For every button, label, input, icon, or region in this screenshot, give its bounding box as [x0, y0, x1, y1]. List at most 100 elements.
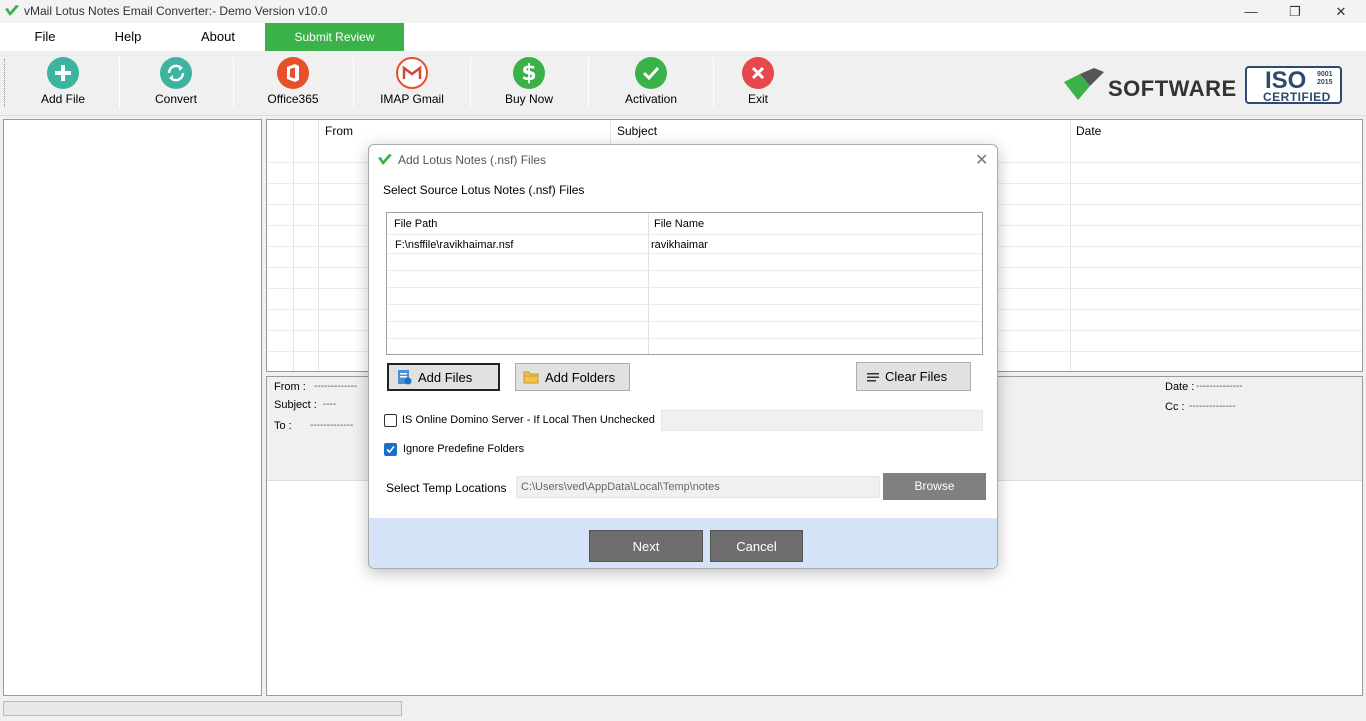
- add-folders-button[interactable]: Add Folders: [515, 363, 630, 391]
- exit-icon: [742, 57, 774, 89]
- minimize-button[interactable]: —: [1228, 0, 1274, 23]
- file-list-header-path[interactable]: File Path: [394, 218, 437, 230]
- close-button[interactable]: ✕: [1318, 0, 1364, 23]
- dialog-title: Add Lotus Notes (.nsf) Files: [398, 153, 547, 167]
- preview-from-label: From :: [274, 381, 306, 393]
- add-files-label: Add Files: [418, 369, 473, 385]
- folder-tree-pane[interactable]: [3, 119, 262, 696]
- ignore-folders-checkbox[interactable]: [384, 443, 397, 456]
- menu-about[interactable]: About: [190, 23, 246, 51]
- convert-label: Convert: [154, 92, 198, 106]
- toolbar-separator: [713, 57, 714, 109]
- preview-to-value: -------------: [310, 420, 354, 431]
- preview-from-value: -------------: [314, 381, 358, 392]
- buy-now-label: Buy Now: [504, 92, 554, 106]
- menu-file[interactable]: File: [20, 23, 70, 51]
- add-files-dialog: Add Lotus Notes (.nsf) Files ✕ Select So…: [368, 144, 998, 569]
- checkmark-icon: [635, 57, 667, 89]
- domino-checkbox[interactable]: [384, 414, 397, 427]
- menu-help[interactable]: Help: [103, 23, 153, 51]
- toolbar-separator: [233, 57, 234, 109]
- iso-number: 9001: [1317, 71, 1333, 78]
- activation-label: Activation: [624, 92, 678, 106]
- file-list-row-line: [387, 270, 982, 271]
- dialog-close-icon[interactable]: ✕: [975, 150, 988, 170]
- toolbar-separator: [588, 57, 589, 109]
- menu-bar: File Help About Submit Review: [0, 23, 1366, 51]
- add-file-label: Add File: [40, 92, 86, 106]
- convert-button[interactable]: Convert: [143, 51, 209, 111]
- file-list-row-line: [387, 304, 982, 305]
- add-file-icon: [47, 57, 79, 89]
- window-title: vMail Lotus Notes Email Converter:- Demo…: [24, 4, 328, 18]
- file-list-row-line: [387, 253, 982, 254]
- add-files-button[interactable]: Add Files: [387, 363, 500, 391]
- toolbar-grip: [4, 59, 7, 107]
- restore-button[interactable]: ❐: [1272, 0, 1318, 23]
- file-name-cell[interactable]: ravikhaimar: [651, 239, 708, 251]
- column-header-from[interactable]: From: [325, 124, 353, 138]
- file-list-row-line: [387, 234, 982, 235]
- domino-server-field[interactable]: [661, 410, 983, 431]
- file-list-header-name[interactable]: File Name: [654, 218, 704, 230]
- status-bar: [0, 698, 1366, 721]
- file-list-row-line: [387, 287, 982, 288]
- column-header-subject[interactable]: Subject: [617, 124, 657, 138]
- add-folders-label: Add Folders: [545, 369, 616, 385]
- dialog-logo-icon: [378, 154, 392, 169]
- file-list-row-line: [387, 321, 982, 322]
- file-list-row-line: [387, 338, 982, 339]
- brand-mark-icon: [1064, 68, 1104, 100]
- check-icon: [386, 445, 395, 454]
- file-path-cell[interactable]: F:\nsffile\ravikhaimar.nsf: [395, 239, 513, 251]
- preview-date-label: Date :: [1165, 381, 1195, 393]
- iso-badge: ISO 9001 2015 CERTIFIED: [1245, 66, 1342, 104]
- clear-files-label: Clear Files: [885, 369, 948, 384]
- dialog-footer: Next Cancel: [369, 518, 997, 568]
- preview-cc-label: Cc :: [1165, 401, 1185, 413]
- activation-button[interactable]: Activation: [616, 51, 686, 111]
- gmail-icon: [396, 57, 428, 89]
- temp-location-label: Select Temp Locations: [386, 481, 507, 495]
- next-button[interactable]: Next: [589, 530, 703, 562]
- ignore-folders-label[interactable]: Ignore Predefine Folders: [403, 443, 524, 455]
- convert-icon: [160, 57, 192, 89]
- menu-submit-review[interactable]: Submit Review: [265, 23, 404, 51]
- app-logo-icon: [5, 5, 19, 20]
- clear-list-icon: [867, 372, 879, 382]
- dialog-heading: Select Source Lotus Notes (.nsf) Files: [383, 183, 585, 197]
- iso-certified: CERTIFIED: [1263, 90, 1331, 104]
- preview-subject-value: ----: [323, 399, 337, 410]
- office365-label: Office365: [267, 92, 319, 106]
- preview-date-value: --------------: [1196, 381, 1243, 392]
- iso-number: 2015: [1317, 79, 1333, 86]
- preview-cc-value: --------------: [1189, 401, 1236, 412]
- cancel-button[interactable]: Cancel: [710, 530, 803, 562]
- preview-to-label: To :: [274, 420, 292, 432]
- column-header-date[interactable]: Date: [1076, 124, 1101, 138]
- temp-location-input[interactable]: C:\Users\ved\AppData\Local\Temp\notes: [516, 476, 880, 498]
- dollar-icon: $: [513, 57, 545, 89]
- software-logo: SOFTWARE: [1064, 68, 1236, 105]
- toolbar-separator: [353, 57, 354, 109]
- clear-files-button[interactable]: Clear Files: [856, 362, 971, 391]
- file-list[interactable]: File Path File Name F:\nsffile\ravikhaim…: [386, 212, 983, 355]
- status-progress: [3, 701, 402, 716]
- title-bar: vMail Lotus Notes Email Converter:- Demo…: [0, 0, 1366, 23]
- folder-icon: [523, 370, 539, 384]
- imap-gmail-label: IMAP Gmail: [380, 92, 444, 106]
- iso-numbers: 9001 2015: [1317, 71, 1333, 87]
- domino-checkbox-label[interactable]: IS Online Domino Server - If Local Then …: [402, 414, 655, 426]
- add-files-icon: [396, 369, 412, 385]
- brand-name: SOFTWARE: [1108, 76, 1237, 101]
- buy-now-button[interactable]: $ Buy Now: [496, 51, 562, 111]
- add-file-button[interactable]: Add File: [30, 51, 96, 111]
- preview-subject-label: Subject :: [274, 399, 317, 411]
- imap-gmail-button[interactable]: IMAP Gmail: [374, 51, 450, 111]
- toolbar-separator: [119, 57, 120, 109]
- exit-button[interactable]: Exit: [733, 51, 783, 111]
- exit-label: Exit: [747, 92, 768, 106]
- office365-icon: [277, 57, 309, 89]
- office365-button[interactable]: Office365: [258, 51, 328, 111]
- browse-button[interactable]: Browse: [883, 473, 986, 500]
